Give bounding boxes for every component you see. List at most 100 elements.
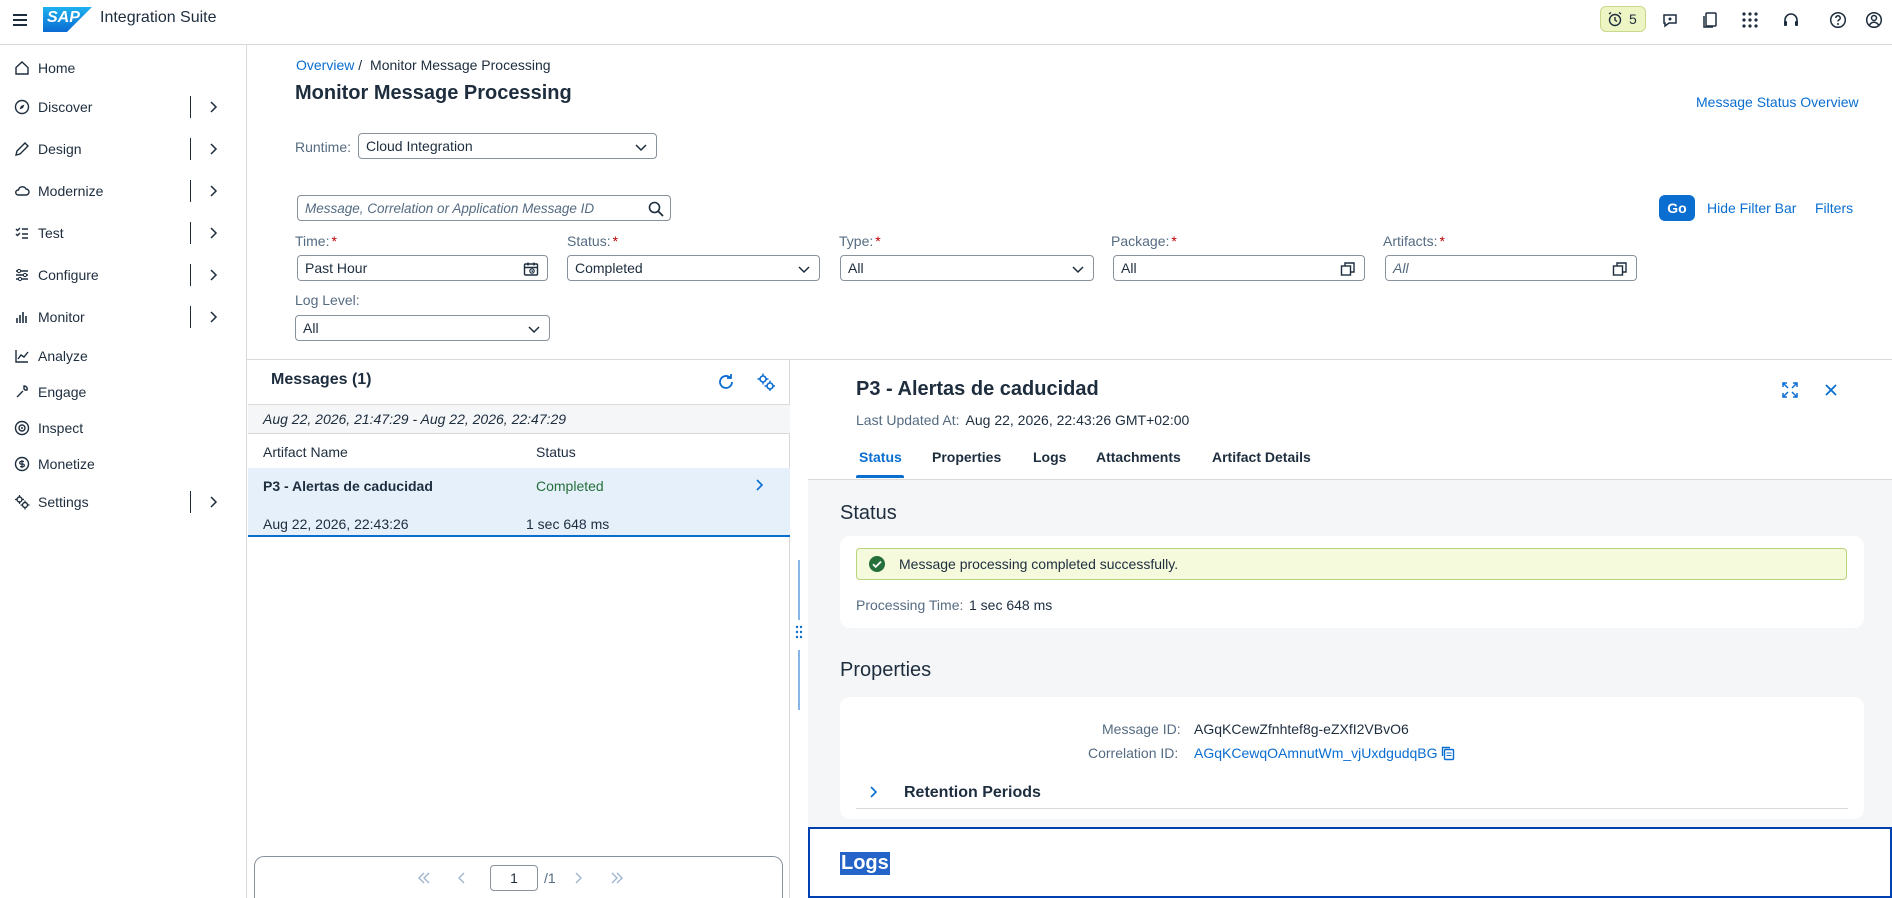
table-settings-icon[interactable]: [756, 372, 776, 392]
time-value: Past Hour: [305, 260, 368, 276]
success-check-icon: [868, 555, 886, 573]
product-title[interactable]: Integration Suite: [100, 9, 217, 27]
tab-properties[interactable]: Properties: [932, 449, 1001, 465]
nav-label: Settings: [38, 494, 89, 510]
processing-time-value: 1 sec 648 ms: [969, 597, 1053, 613]
time-label: Time: *: [295, 233, 337, 249]
required-marker: *: [875, 233, 881, 249]
column-header-status[interactable]: Status: [536, 444, 576, 460]
copy-icon[interactable]: [1440, 745, 1456, 761]
artifacts-input[interactable]: All: [1385, 255, 1637, 281]
time-range-text: Aug 22, 2026, 21:47:29 - Aug 22, 2026, 2…: [263, 411, 567, 427]
nav-item-inspect[interactable]: Inspect: [0, 410, 246, 446]
nav-item-analyze[interactable]: Analyze: [0, 338, 246, 374]
log-level-label: Log Level:: [295, 292, 360, 308]
nav-item-monitor[interactable]: Monitor: [0, 299, 246, 335]
column-header-artifact[interactable]: Artifact Name: [263, 444, 348, 460]
close-icon[interactable]: [1823, 382, 1839, 398]
headset-icon[interactable]: [1779, 8, 1803, 32]
go-button[interactable]: Go: [1659, 195, 1695, 221]
chevron-right-icon[interactable]: [206, 100, 220, 114]
calendar-icon[interactable]: [523, 261, 539, 277]
chevron-right-icon[interactable]: [206, 310, 220, 324]
tab-logs[interactable]: Logs: [1033, 449, 1066, 465]
nav-item-design[interactable]: Design: [0, 131, 246, 167]
nav-item-settings[interactable]: Settings: [0, 484, 246, 520]
status-label: Status: *: [567, 233, 618, 249]
tab-active-indicator: [856, 475, 904, 478]
package-label-text: Package:: [1111, 233, 1170, 249]
nav-item-home[interactable]: Home: [0, 50, 246, 86]
chevron-right-icon[interactable]: [206, 142, 220, 156]
time-label-text: Time:: [295, 233, 330, 249]
first-page-icon[interactable]: [416, 871, 432, 885]
previous-page-icon[interactable]: [455, 871, 469, 885]
sap-logo[interactable]: SAP: [43, 7, 92, 32]
message-status-overview-link[interactable]: Message Status Overview: [1696, 94, 1859, 110]
splitter-handle[interactable]: [795, 560, 803, 710]
documents-icon[interactable]: [1698, 8, 1722, 32]
chevron-right-icon[interactable]: [866, 785, 880, 799]
retention-periods-panel[interactable]: Retention Periods: [856, 784, 1848, 809]
filters-button[interactable]: Filters: [1815, 200, 1853, 216]
time-range-bar: Aug 22, 2026, 21:47:29 - Aug 22, 2026, 2…: [248, 404, 790, 434]
nav-item-test[interactable]: Test: [0, 215, 246, 251]
nav-item-engage[interactable]: Engage: [0, 374, 246, 410]
next-page-icon[interactable]: [571, 871, 585, 885]
nav-label: Monitor: [38, 309, 85, 325]
tab-artifact-details[interactable]: Artifact Details: [1212, 449, 1311, 465]
help-icon[interactable]: [1826, 8, 1850, 32]
required-marker: *: [612, 233, 619, 249]
status-label-text: Status:: [567, 233, 611, 249]
runtime-select[interactable]: Cloud Integration: [358, 133, 657, 159]
chevron-right-icon[interactable]: [206, 226, 220, 240]
search-icon[interactable]: [648, 201, 664, 217]
hide-filter-bar-button[interactable]: Hide Filter Bar: [1707, 200, 1796, 216]
fullscreen-icon[interactable]: [1781, 381, 1799, 399]
log-level-select[interactable]: All: [295, 315, 550, 341]
value-help-icon[interactable]: [1612, 261, 1628, 277]
status-value: Completed: [575, 260, 643, 276]
runtime-label: Runtime:: [295, 139, 352, 155]
chat-icon[interactable]: [1658, 8, 1682, 32]
search-input[interactable]: Message, Correlation or Application Mess…: [297, 195, 671, 221]
wrench-icon: [13, 383, 31, 401]
chevron-right-icon[interactable]: [752, 478, 766, 492]
notifications-button[interactable]: 5: [1600, 6, 1646, 32]
pencil-icon: [13, 140, 31, 158]
table-row[interactable]: P3 - Alertas de caducidad Completed Aug …: [248, 468, 790, 537]
tab-status[interactable]: Status: [859, 449, 902, 465]
user-avatar-icon[interactable]: [1862, 8, 1886, 32]
nav-item-discover[interactable]: Discover: [0, 89, 246, 125]
nav-item-monetize[interactable]: Monetize: [0, 446, 246, 482]
message-id-value[interactable]: AGqKCewZfnhtef8g-eZXfI2VBvO6: [1194, 721, 1409, 737]
settings-icon: [13, 493, 31, 511]
value-help-icon[interactable]: [1340, 261, 1356, 277]
type-value: All: [848, 260, 864, 276]
chevron-right-icon[interactable]: [206, 495, 220, 509]
tab-attachments[interactable]: Attachments: [1096, 449, 1181, 465]
nav-label: Configure: [38, 267, 99, 283]
chevron-right-icon[interactable]: [206, 268, 220, 282]
row-artifact-name: P3 - Alertas de caducidad: [263, 478, 433, 494]
last-page-icon[interactable]: [609, 871, 625, 885]
refresh-icon[interactable]: [716, 372, 736, 392]
properties-section-title: Properties: [840, 659, 932, 681]
nav-item-configure[interactable]: Configure: [0, 257, 246, 293]
type-select[interactable]: All: [840, 255, 1094, 281]
log-level-value: All: [303, 320, 319, 336]
page-number-input[interactable]: 1: [490, 865, 538, 891]
nav-item-modernize[interactable]: Modernize: [0, 173, 246, 209]
time-select[interactable]: Past Hour: [297, 255, 548, 281]
app-grid-icon[interactable]: [1738, 8, 1762, 32]
package-input[interactable]: All: [1113, 255, 1365, 281]
chevron-right-icon[interactable]: [206, 184, 220, 198]
nav-separator: [190, 306, 191, 328]
nav-label: Modernize: [38, 183, 104, 199]
line-chart-icon: [13, 347, 31, 365]
menu-icon[interactable]: [10, 10, 30, 30]
correlation-id-link[interactable]: AGqKCewqOAmnutWm_vjUxdgudqBG: [1194, 745, 1438, 761]
breadcrumb-overview-link[interactable]: Overview: [296, 57, 354, 73]
status-select[interactable]: Completed: [567, 255, 820, 281]
correlation-id-label: Correlation ID:: [1088, 745, 1179, 761]
